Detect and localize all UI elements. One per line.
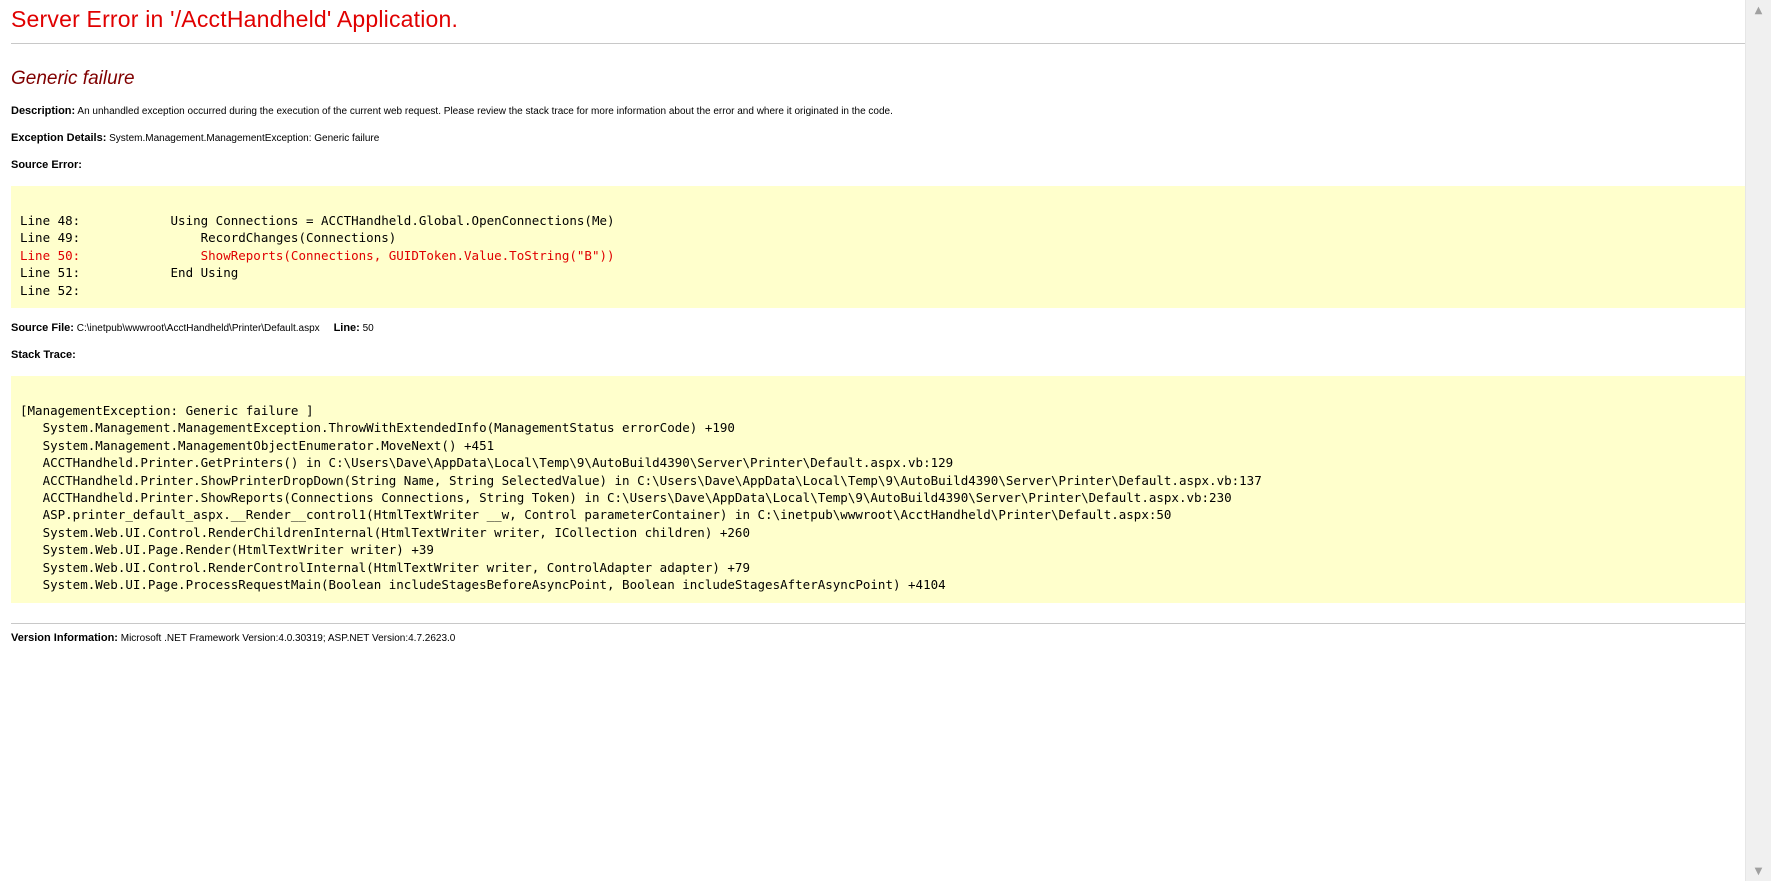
error-heading: Generic failure bbox=[11, 68, 135, 89]
scroll-down-arrow-icon[interactable]: ▼ bbox=[1746, 861, 1771, 881]
source-file-path: C:\inetpub\wwwroot\AcctHandheld\Printer\… bbox=[76, 323, 320, 334]
stack-trace-line: System.Web.UI.Page.Render(HtmlTextWriter… bbox=[20, 542, 434, 558]
stack-trace-line: System.Management.ManagementObjectEnumer… bbox=[20, 437, 495, 453]
stack-trace-line: System.Web.UI.Control.RenderChildrenInte… bbox=[20, 524, 750, 540]
stack-trace-line: ACCTHandheld.Printer.ShowPrinterDropDown… bbox=[20, 472, 1262, 488]
stack-trace-line: ASP.printer_default_aspx.__Render__contr… bbox=[20, 507, 1172, 523]
source-error-section: Source Error: bbox=[11, 159, 1745, 172]
version-section: Version Information: Microsoft .NET Fram… bbox=[11, 632, 1745, 645]
vertical-scrollbar[interactable]: ▲ ▼ bbox=[1745, 0, 1771, 881]
description-label: Description: bbox=[11, 105, 76, 117]
error-page: Server Error in '/AcctHandheld' Applicat… bbox=[0, 0, 1745, 881]
stack-trace-line: [ManagementException: Generic failure ] bbox=[20, 403, 314, 418]
version-divider bbox=[11, 623, 1745, 624]
stack-trace-label: Stack Trace: bbox=[11, 349, 76, 361]
stack-trace-line: ACCTHandheld.Printer.ShowReports(Connect… bbox=[20, 490, 1232, 506]
stack-trace-section: Stack Trace: bbox=[11, 349, 1745, 362]
stack-trace-line: System.Web.UI.Control.RenderControlInter… bbox=[20, 559, 750, 575]
exception-details-text: System.Management.ManagementException: G… bbox=[109, 133, 380, 144]
stack-trace-line: System.Web.UI.Page.ProcessRequestMain(Bo… bbox=[20, 577, 946, 593]
title-divider bbox=[11, 43, 1745, 44]
version-label: Version Information: bbox=[11, 632, 118, 644]
source-line-value: 50 bbox=[362, 323, 374, 334]
source-error-code: Line 48: Using Connections = ACCTHandhel… bbox=[11, 186, 1745, 308]
source-line: Line 49: RecordChanges(Connections) bbox=[20, 230, 397, 246]
stack-trace-code: [ManagementException: Generic failure ] … bbox=[11, 376, 1745, 603]
error-content: Server Error in '/AcctHandheld' Applicat… bbox=[0, 0, 1745, 645]
exception-details-section: Exception Details: System.Management.Man… bbox=[11, 132, 1745, 145]
source-error-label: Source Error: bbox=[11, 159, 82, 171]
source-file-label: Source File: bbox=[11, 322, 74, 334]
description-text: An unhandled exception occurred during t… bbox=[77, 106, 893, 117]
source-line-highlighted: Line 50: ShowReports(Connections, GUIDTo… bbox=[20, 247, 615, 263]
exception-details-label: Exception Details: bbox=[11, 132, 107, 144]
description-section: Description: An unhandled exception occu… bbox=[11, 105, 1745, 118]
version-text: Microsoft .NET Framework Version:4.0.303… bbox=[120, 633, 456, 644]
source-line: Line 52: bbox=[20, 282, 81, 298]
stack-trace-line: System.Management.ManagementException.Th… bbox=[20, 420, 735, 436]
source-line: Line 51: End Using bbox=[20, 265, 239, 281]
page-title: Server Error in '/AcctHandheld' Applicat… bbox=[11, 6, 459, 32]
stack-trace-line: ACCTHandheld.Printer.GetPrinters() in C:… bbox=[20, 455, 954, 471]
source-line: Line 48: Using Connections = ACCTHandhel… bbox=[20, 213, 615, 228]
scroll-up-arrow-icon[interactable]: ▲ bbox=[1746, 0, 1771, 20]
source-file-section: Source File: C:\inetpub\wwwroot\AcctHand… bbox=[11, 322, 1745, 335]
source-line-label: Line: bbox=[333, 322, 360, 334]
